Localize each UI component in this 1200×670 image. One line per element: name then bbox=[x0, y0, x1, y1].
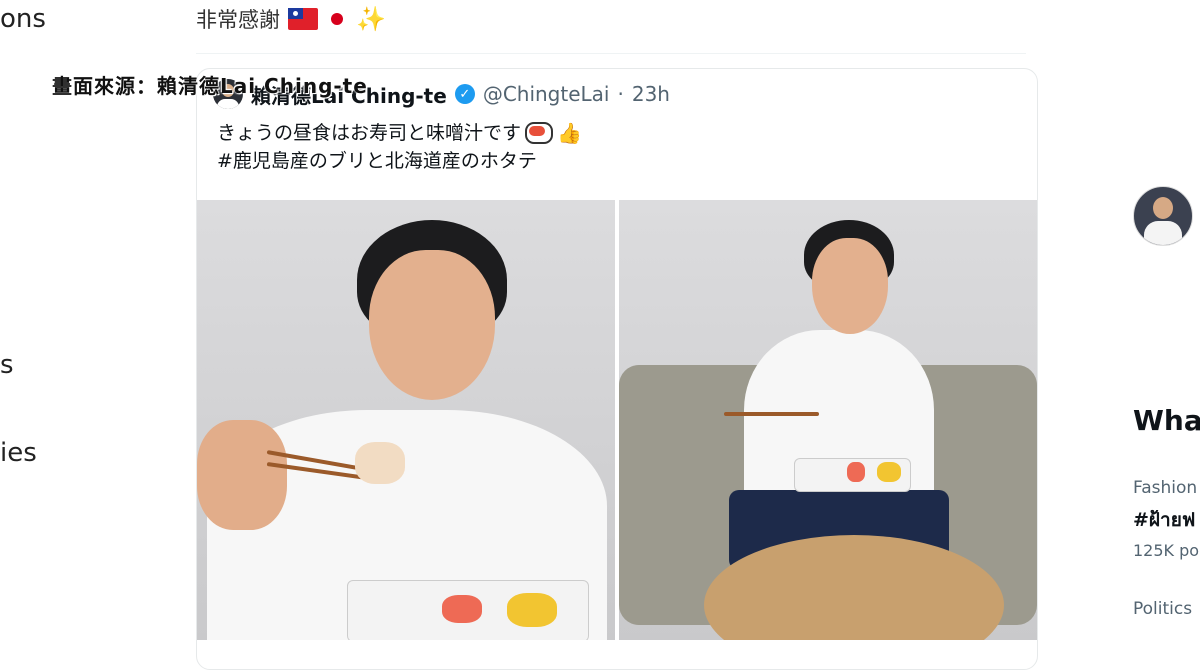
japan-flag-icon bbox=[326, 8, 348, 30]
sidebar-section-title: What bbox=[1133, 404, 1200, 437]
trend-post-count: 125K po bbox=[1133, 541, 1200, 560]
quoted-tweet-card[interactable]: 賴清德Lai Ching-te ✓ @ChingteLai · 23h きょうの… bbox=[196, 68, 1038, 670]
verified-badge-icon: ✓ bbox=[454, 84, 475, 104]
video-source-caption: 畫面來源：賴清德Lai Ching-te bbox=[52, 74, 368, 98]
sparkles-icon: ✨ bbox=[356, 5, 386, 33]
nav-item-partial-3[interactable]: ies bbox=[0, 438, 37, 468]
nav-item-partial-2[interactable]: s bbox=[0, 350, 14, 380]
photo-2[interactable] bbox=[619, 200, 1037, 640]
trend-name[interactable]: #ฝ้ายฟ bbox=[1133, 505, 1195, 535]
avatar[interactable] bbox=[1133, 186, 1193, 246]
taiwan-flag-icon bbox=[288, 8, 318, 30]
sushi-icon bbox=[525, 122, 554, 144]
trend-category: Fashion bbox=[1133, 478, 1198, 498]
header-separator: · bbox=[617, 82, 624, 106]
thumbs-up-icon: 👍 bbox=[557, 121, 582, 145]
quoted-tweet-text: きょうの昼食はお寿司と味噌汁です 👍 #鹿児島産のブリと北海道産のホタテ bbox=[217, 119, 582, 175]
quoted-timestamp[interactable]: 23h bbox=[632, 82, 670, 106]
quoted-text-line-1: きょうの昼食はお寿司と味噌汁です bbox=[217, 122, 522, 144]
quoted-text-line-2[interactable]: #鹿児島産のブリと北海道産のホタテ bbox=[217, 147, 537, 175]
trend-category: Politics bbox=[1133, 599, 1193, 619]
divider bbox=[196, 53, 1026, 54]
post-text-row: 非常感謝 ✨ bbox=[196, 4, 386, 34]
post-text: 非常感謝 bbox=[196, 8, 280, 32]
nav-item-partial-1[interactable]: ons bbox=[0, 4, 46, 34]
photo-1[interactable] bbox=[197, 200, 615, 640]
quoted-author-handle[interactable]: @ChingteLai bbox=[483, 82, 610, 106]
